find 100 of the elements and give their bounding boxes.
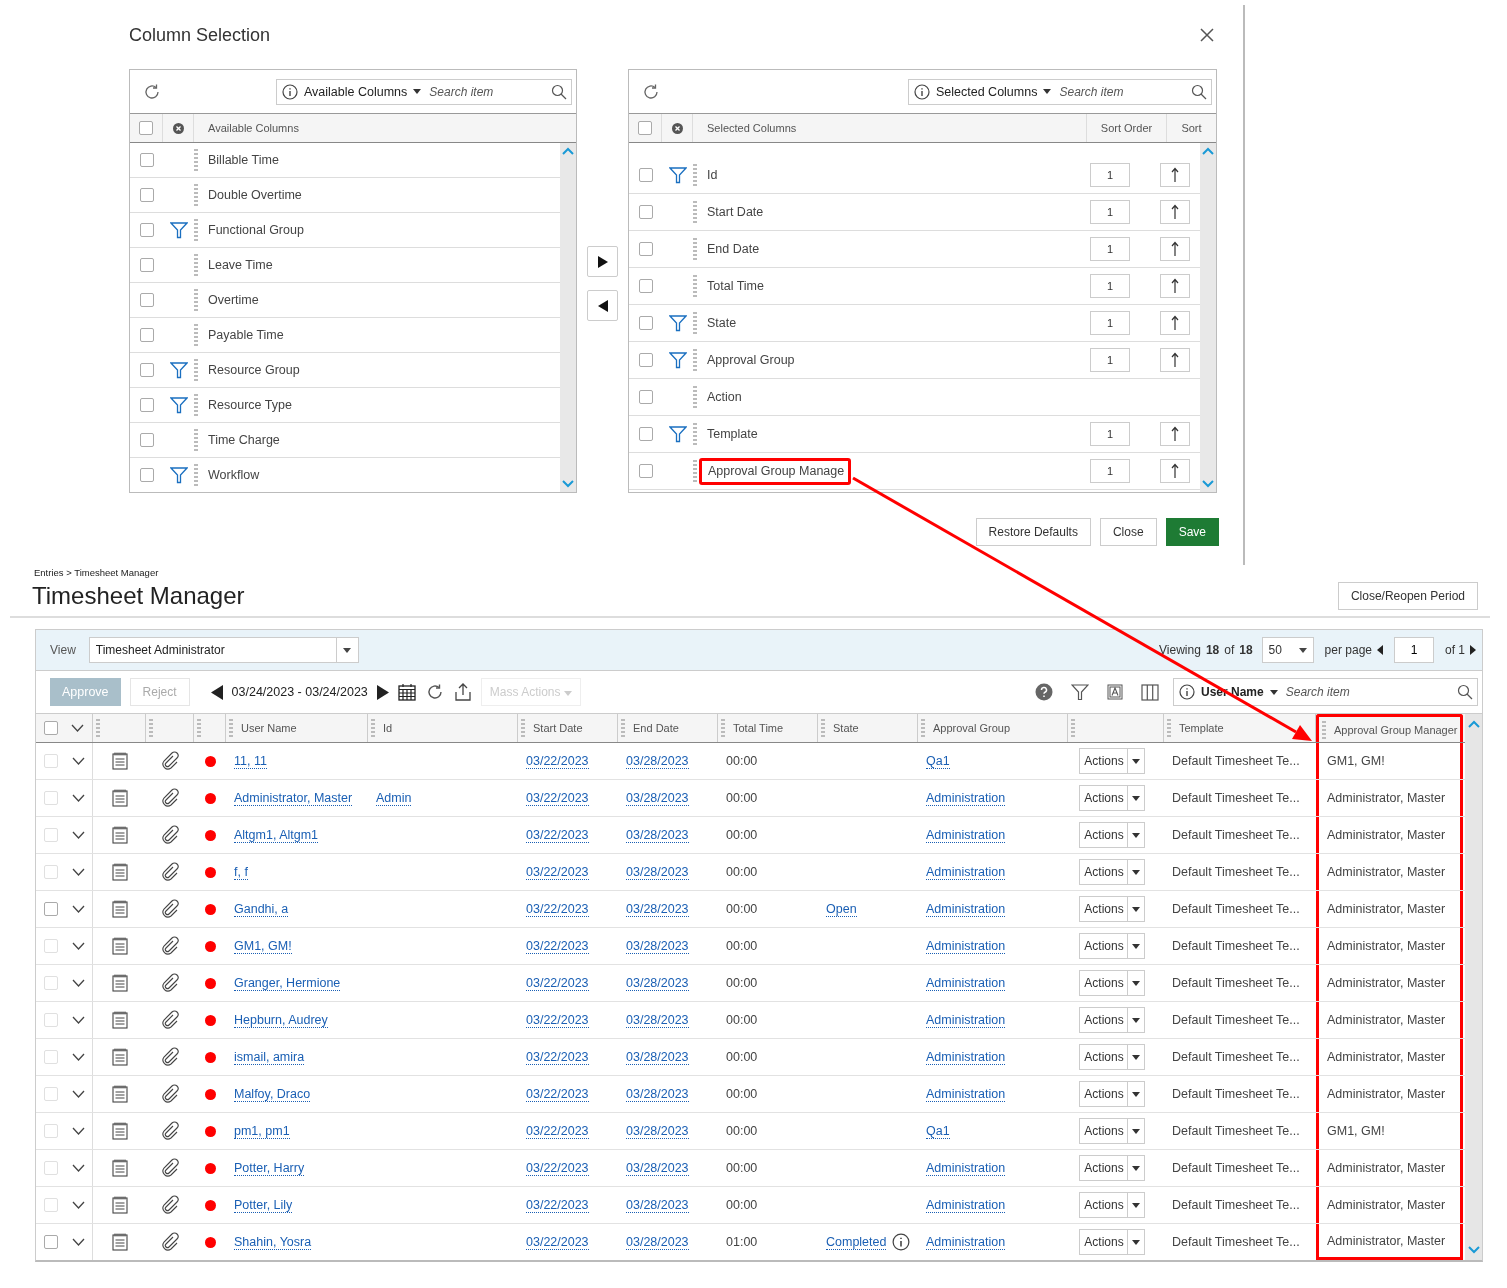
- column-name[interactable]: Overtime: [208, 293, 259, 307]
- chevron-down-icon[interactable]: [72, 1090, 85, 1098]
- row-checkbox[interactable]: [638, 390, 653, 404]
- row-checkbox[interactable]: [139, 153, 154, 167]
- move-left-button[interactable]: [587, 290, 618, 321]
- dialog-button[interactable]: Close: [1099, 518, 1157, 546]
- row-checkbox[interactable]: [139, 433, 154, 447]
- sort-ascending-button[interactable]: [1160, 459, 1190, 483]
- user-name-link[interactable]: Shahin, Yosra: [234, 1234, 312, 1250]
- close-icon[interactable]: [1200, 28, 1214, 42]
- drag-handle-icon[interactable]: [693, 312, 697, 334]
- drag-handle-icon[interactable]: [921, 719, 925, 737]
- previous-period-icon[interactable]: [210, 684, 223, 700]
- chevron-down-icon[interactable]: [72, 831, 85, 839]
- column-name[interactable]: Time Charge: [208, 433, 280, 447]
- scrollbar[interactable]: [560, 143, 576, 492]
- sort-order-field[interactable]: 1: [1090, 237, 1130, 261]
- drag-handle-icon[interactable]: [521, 719, 525, 737]
- row-checkbox[interactable]: [139, 258, 154, 272]
- paperclip-icon[interactable]: [160, 788, 180, 808]
- notepad-icon[interactable]: [111, 789, 128, 807]
- drag-handle-icon[interactable]: [371, 719, 375, 737]
- chevron-down-icon[interactable]: [72, 1127, 85, 1135]
- sort-ascending-button[interactable]: [1160, 348, 1190, 372]
- column-name[interactable]: Template: [707, 427, 758, 441]
- row-checkbox[interactable]: [139, 328, 154, 342]
- info-icon[interactable]: [892, 1233, 911, 1251]
- row-checkbox[interactable]: [638, 316, 653, 330]
- column-header[interactable]: Start Date: [533, 722, 583, 734]
- help-icon[interactable]: [1035, 683, 1053, 701]
- drag-handle-icon[interactable]: [1071, 719, 1075, 737]
- chevron-down-icon[interactable]: [72, 942, 85, 950]
- sort-order-field[interactable]: 1: [1090, 274, 1130, 298]
- scrollbar[interactable]: [1200, 143, 1216, 492]
- chevron-down-icon[interactable]: [72, 1201, 85, 1209]
- paperclip-icon[interactable]: [160, 899, 180, 919]
- paperclip-icon[interactable]: [160, 825, 180, 845]
- filter-icon[interactable]: [169, 221, 188, 239]
- search-icon[interactable]: [551, 83, 567, 100]
- column-name[interactable]: Double Overtime: [208, 188, 302, 202]
- drag-handle-icon[interactable]: [96, 719, 100, 737]
- drag-handle-icon[interactable]: [693, 238, 697, 260]
- breadcrumb[interactable]: Entries > Timesheet Manager: [10, 567, 1490, 578]
- column-name[interactable]: Approval Group: [707, 353, 795, 367]
- chevron-down-icon[interactable]: [71, 724, 84, 732]
- drag-handle-icon[interactable]: [194, 464, 198, 486]
- sort-order-field[interactable]: 1: [1090, 163, 1130, 187]
- notepad-icon[interactable]: [111, 1159, 128, 1177]
- filter-icon[interactable]: [169, 466, 188, 484]
- column-name[interactable]: Workflow: [208, 468, 260, 482]
- row-checkbox[interactable]: [139, 398, 154, 412]
- previous-page-icon[interactable]: [1377, 645, 1383, 655]
- drag-handle-icon[interactable]: [197, 719, 201, 737]
- column-header[interactable]: End Date: [633, 722, 679, 734]
- row-checkbox[interactable]: [638, 168, 653, 182]
- filter-icon[interactable]: [668, 166, 687, 184]
- filter-icon[interactable]: [1071, 683, 1089, 701]
- sort-order-field[interactable]: 1: [1090, 459, 1130, 483]
- chevron-down-icon[interactable]: [72, 1016, 85, 1024]
- drag-handle-icon[interactable]: [194, 429, 198, 451]
- search-field[interactable]: Available Columns Search item: [276, 78, 572, 105]
- paperclip-icon[interactable]: [160, 1158, 180, 1178]
- scroll-down-icon[interactable]: [562, 480, 574, 488]
- paperclip-icon[interactable]: [160, 936, 180, 956]
- drag-handle-icon[interactable]: [693, 275, 697, 297]
- drag-handle-icon[interactable]: [693, 349, 697, 371]
- drag-handle-icon[interactable]: [149, 719, 153, 737]
- column-name[interactable]: Resource Group: [208, 363, 300, 377]
- notepad-icon[interactable]: [111, 1048, 128, 1066]
- chevron-down-icon[interactable]: [72, 868, 85, 876]
- drag-handle-icon[interactable]: [194, 394, 198, 416]
- column-dropdown[interactable]: Selected Columns: [936, 84, 1038, 99]
- notepad-icon[interactable]: [111, 900, 128, 918]
- sort-order-field[interactable]: 1: [1090, 422, 1130, 446]
- select-all-checkbox[interactable]: [44, 721, 58, 735]
- drag-handle-icon[interactable]: [693, 201, 697, 223]
- columns-icon[interactable]: [1141, 683, 1159, 701]
- notepad-icon[interactable]: [111, 974, 128, 992]
- sort-ascending-button[interactable]: [1160, 311, 1190, 335]
- row-checkbox[interactable]: [638, 464, 653, 478]
- user-name-link[interactable]: Gandhi, a: [234, 901, 289, 917]
- notepad-icon[interactable]: [111, 826, 128, 844]
- row-checkbox[interactable]: [638, 353, 653, 367]
- column-name[interactable]: Functional Group: [208, 223, 304, 237]
- move-right-button[interactable]: [587, 246, 618, 277]
- filter-icon[interactable]: [169, 396, 188, 414]
- filter-icon[interactable]: [668, 425, 687, 443]
- sort-order-field[interactable]: 1: [1090, 200, 1130, 224]
- close-reopen-button[interactable]: Close/Reopen Period: [1337, 582, 1478, 610]
- drag-handle-icon[interactable]: [693, 460, 697, 482]
- text-format-icon[interactable]: [1107, 684, 1123, 700]
- drag-handle-icon[interactable]: [229, 719, 233, 737]
- row-checkbox[interactable]: [139, 188, 154, 202]
- chevron-down-icon[interactable]: [72, 1238, 85, 1246]
- approval-group-link[interactable]: Administration: [926, 901, 1006, 917]
- search-icon[interactable]: [1457, 684, 1473, 700]
- notepad-icon[interactable]: [111, 1085, 128, 1103]
- calendar-icon[interactable]: [397, 683, 416, 701]
- row-checkbox[interactable]: [638, 427, 653, 441]
- row-checkbox[interactable]: [139, 293, 154, 307]
